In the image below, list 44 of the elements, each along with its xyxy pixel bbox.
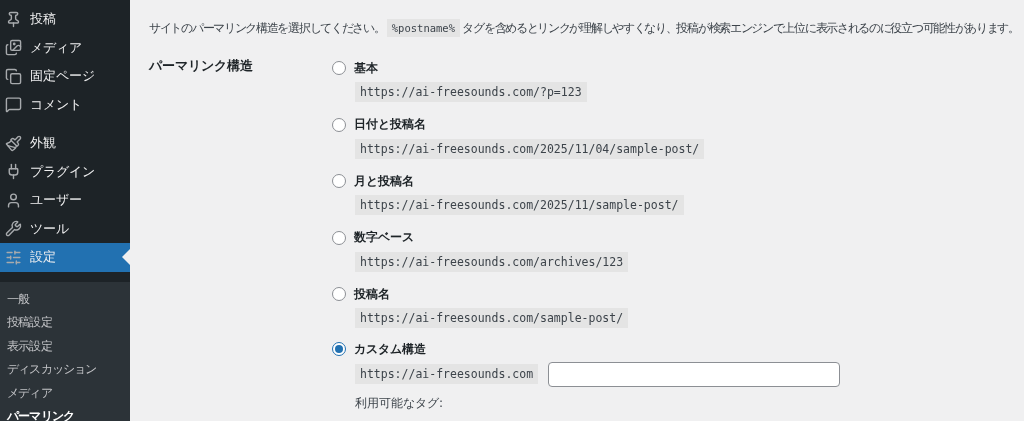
radio-button[interactable] [332, 342, 346, 356]
radio-option[interactable]: 数字ベース [332, 227, 841, 248]
url-example: https://ai-freesounds.com [355, 364, 539, 384]
user-icon [5, 191, 22, 209]
images-icon [5, 39, 22, 57]
radio-option[interactable]: 基本 [332, 58, 841, 78]
radio-button[interactable] [332, 174, 346, 188]
sidebar-item[interactable]: ユーザー [0, 186, 130, 215]
pin-icon [5, 10, 22, 28]
tags-label: 利用可能なタグ: [355, 394, 445, 412]
speech-bubble-icon [5, 96, 22, 114]
radio-button[interactable] [332, 61, 346, 75]
radio-option[interactable]: 日付と投稿名 [332, 114, 841, 135]
radio-option[interactable]: 投稿名 [332, 284, 841, 304]
sidebar-item[interactable]: プラグイン [0, 157, 130, 186]
sidebar-item[interactable]: 投稿 [0, 5, 130, 34]
submenu-item[interactable]: ディスカッション [0, 358, 130, 382]
url-example: https://ai-freesounds.com/sample-post/ [355, 308, 629, 328]
sidebar-item[interactable]: 固定ページ [0, 62, 130, 91]
submenu-item[interactable]: 一般 [0, 287, 130, 311]
radio-option[interactable]: 月と投稿名 [332, 171, 841, 191]
sidebar-item[interactable]: メディア [0, 33, 130, 62]
radio-button[interactable] [332, 117, 346, 132]
submenu-item[interactable]: 表示設定 [0, 334, 130, 358]
url-example: https://ai-freesounds.com/?p=123 [355, 82, 587, 102]
description-text: サイトのパーマリンク構造を選択してください。 %postname% タグを含めるとリンクが理解しやすくなり、投稿が検索エンジンで上位に表示されるのに役立つ可能性があります。 [149, 18, 1020, 38]
radio-option[interactable]: カスタム構造 [332, 340, 841, 358]
pages-icon [5, 67, 22, 85]
sliders-icon [5, 248, 22, 266]
wrench-icon [5, 220, 22, 238]
sidebar-item[interactable]: 外観 [0, 129, 130, 158]
sidebar-item[interactable]: コメント [0, 90, 130, 119]
url-example: https://ai-freesounds.com/2025/11/04/sample-post/ [355, 138, 705, 159]
submenu-item[interactable]: 投稿設定 [0, 311, 130, 335]
sidebar-item[interactable]: ツール [0, 214, 130, 243]
sidebar-item[interactable]: 設定 [0, 243, 130, 272]
url-example: https://ai-freesounds.com/2025/11/sample-post/ [355, 195, 684, 215]
url-example: https://ai-freesounds.com/archives/123 [355, 251, 629, 272]
radio-button[interactable] [332, 287, 346, 301]
submenu-item[interactable]: メディア [0, 381, 130, 405]
structure-input[interactable] [548, 361, 841, 387]
field-label: パーマリンク構造 [149, 58, 254, 75]
paintbrush-icon [5, 134, 22, 152]
radio-button[interactable] [332, 230, 346, 245]
